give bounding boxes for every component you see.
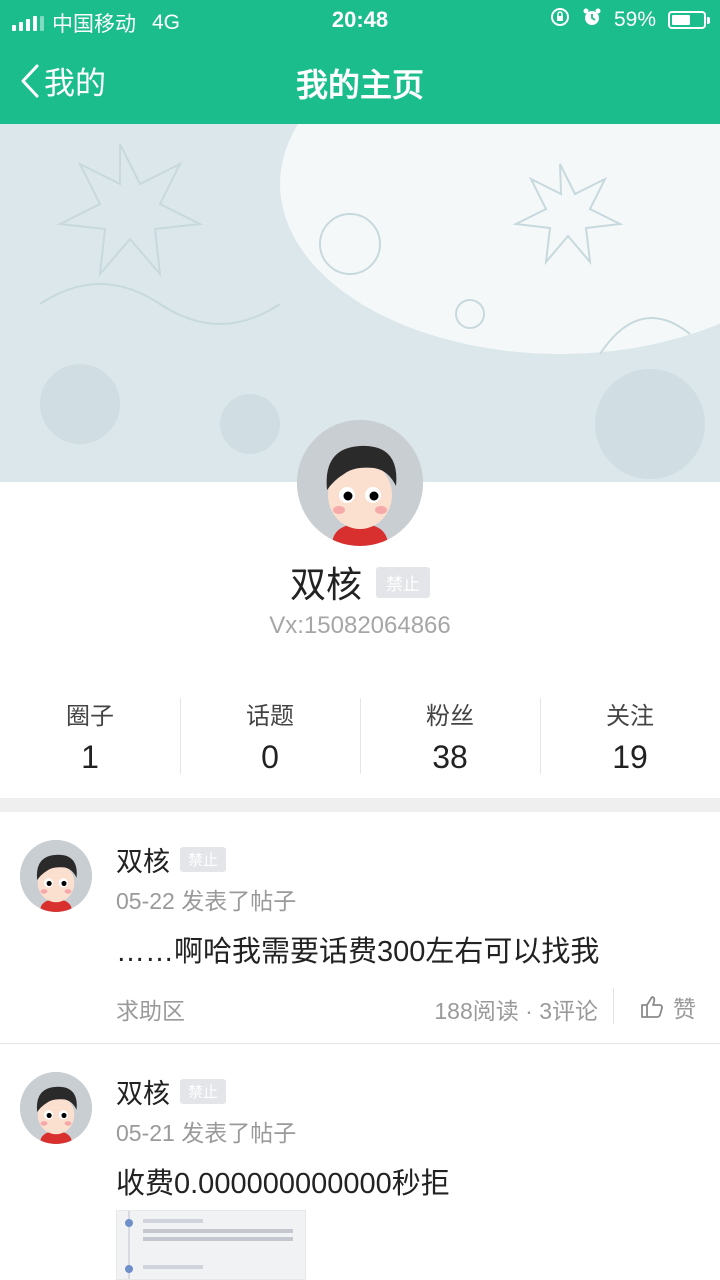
wechat-id: Vx:15082064866 (269, 612, 451, 639)
post-meta: 05-22 发表了帖子 (116, 888, 297, 914)
like-button[interactable]: 赞 (639, 990, 696, 1024)
stat-circles[interactable]: 圈子 1 (0, 690, 180, 780)
post-image-thumbnail[interactable] (116, 1210, 306, 1280)
stat-value: 19 (612, 739, 648, 775)
section-divider (0, 798, 720, 812)
status-bar: 中国移动 4G 20:48 59% (0, 0, 720, 40)
post-meta: 05-21 发表了帖子 (116, 1120, 297, 1146)
post-avatar[interactable] (20, 840, 92, 912)
battery-percent: 59% (613, 8, 656, 31)
profile-avatar[interactable] (297, 420, 423, 546)
stat-label: 关注 (606, 703, 654, 730)
post-author: 双核 (116, 847, 170, 877)
profile-name-row: 双核 禁止 (0, 556, 720, 608)
status-badge: 禁止 (180, 1079, 227, 1104)
stat-fans[interactable]: 粉丝 38 (360, 690, 540, 780)
alarm-icon (582, 7, 602, 33)
stat-label: 粉丝 (426, 703, 474, 730)
status-badge: 禁止 (376, 566, 430, 598)
stat-label: 圈子 (66, 703, 114, 730)
stat-topics[interactable]: 话题 0 (180, 690, 360, 780)
navigation-bar: 我的 我的主页 (0, 40, 720, 124)
page-title: 我的主页 (295, 67, 424, 103)
stats-bar: 圈子 1 话题 0 粉丝 38 关注 19 (0, 690, 720, 780)
stat-following[interactable]: 关注 19 (540, 690, 720, 780)
post-body: 收费0.000000000000秒拒 (116, 1168, 450, 1200)
post-avatar[interactable] (20, 1072, 92, 1144)
divider (613, 988, 614, 1024)
post-body: ……啊哈我需要话费300左右可以找我 (116, 936, 600, 968)
post-card[interactable]: 双核 禁止 05-21 发表了帖子 收费0.000000000000秒拒 (0, 1044, 720, 1280)
post-author-row: 双核 禁止 (116, 1072, 227, 1111)
post-footer: 求助区 188阅读 · 3评论 赞 (116, 988, 696, 1028)
status-badge: 禁止 (180, 847, 227, 872)
post-author-row: 双核 禁止 (116, 840, 227, 879)
post-category[interactable]: 求助区 (116, 992, 185, 1026)
battery-icon (668, 11, 710, 29)
stat-value: 1 (81, 739, 99, 775)
thumbs-up-icon (641, 996, 663, 1018)
stat-label: 话题 (246, 703, 294, 730)
post-author: 双核 (116, 1079, 170, 1109)
like-label: 赞 (673, 996, 696, 1022)
post-card[interactable]: 双核 禁止 05-22 发表了帖子 ……啊哈我需要话费300左右可以找我 求助区… (0, 812, 720, 1043)
profile-name: 双核 (289, 564, 362, 605)
orientation-lock-icon (550, 7, 570, 33)
stat-value: 38 (432, 739, 468, 775)
post-counts: 188阅读 · 3评论 (434, 998, 598, 1024)
stat-value: 0 (261, 739, 279, 775)
